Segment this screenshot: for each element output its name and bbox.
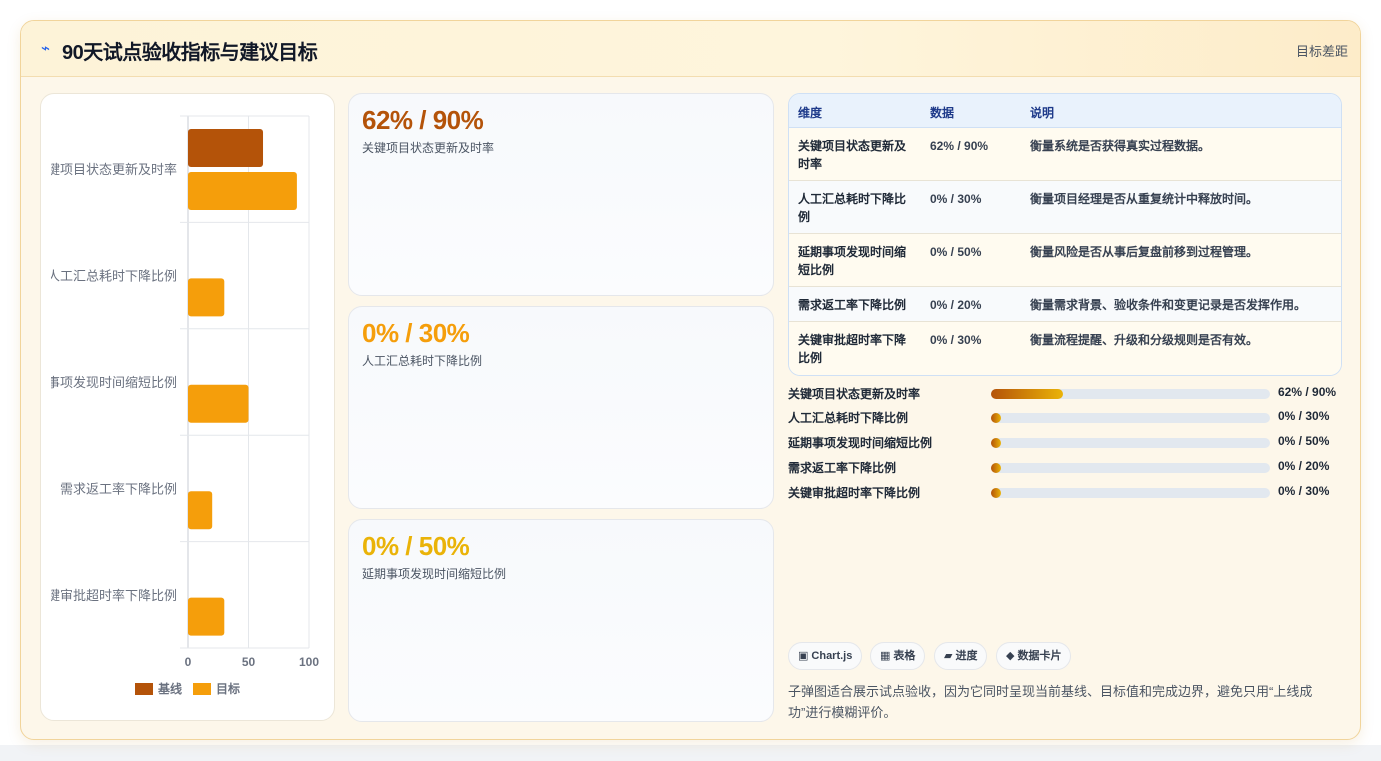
category-label: 延期事项发现时间缩短比例 [41, 375, 177, 390]
legend-swatch-target [193, 683, 211, 695]
row-value: 0% / 30% [930, 192, 982, 206]
row-name: 关键项目状态更新及时率 [798, 139, 907, 171]
data-card-icon: ◆ [1006, 650, 1015, 662]
stat-card-1: 62% / 90% 关键项目状态更新及时率 [348, 93, 774, 296]
header-tag: 目标差距 [1295, 44, 1348, 59]
x-tick-label: 50 [242, 655, 256, 669]
progress-track [991, 488, 1270, 498]
stat-label: 延期事项发现时间缩短比例 [362, 567, 507, 581]
progress-value: 0% / 20% [1278, 459, 1330, 473]
progress-fill [991, 413, 1002, 423]
table-row: 关键项目状态更新及时率 62% / 90% 衡量系统是否获得真实过程数据。 [789, 128, 1341, 181]
row-description: 衡量系统是否获得真实过程数据。 [1030, 139, 1211, 153]
progress-label: 关键项目状态更新及时率 [788, 387, 921, 401]
progress-value: 0% / 30% [1278, 409, 1330, 423]
table-header-data: 数据 [930, 106, 955, 120]
lightning-icon: ⌁ [41, 40, 51, 57]
row-name: 关键审批超时率下降比例 [798, 333, 907, 365]
tag-data-card[interactable]: ◆ 数据卡片 [996, 642, 1072, 670]
progress-label: 需求返工率下降比例 [788, 461, 897, 475]
tag-chartjs[interactable]: ▣ Chart.js [788, 642, 863, 670]
legend-swatch-baseline [135, 683, 153, 695]
metrics-card: ⌁ 90天试点验收指标与建议目标 目标差距 关键项目状态更新及时率 人工汇总耗时下… [20, 20, 1361, 740]
row-value: 62% / 90% [930, 139, 989, 153]
baseline-bar [188, 129, 264, 167]
stat-value: 0% / 50% [362, 531, 470, 561]
stat-card-3: 0% / 50% 延期事项发现时间缩短比例 [348, 519, 774, 722]
progress-row: 需求返工率下降比例 0% / 20% [788, 458, 1348, 476]
stat-value: 62% / 90% [362, 105, 484, 135]
table-row: 需求返工率下降比例 0% / 20% 衡量需求背景、验收条件和变更记录是否发挥作… [789, 287, 1341, 322]
table-icon: ▦ [880, 650, 891, 662]
x-tick-label: 0 [185, 655, 192, 669]
row-description: 衡量风险是否从事后复盘前移到过程管理。 [1030, 245, 1259, 259]
target-bar [188, 491, 213, 530]
card-header: ⌁ 90天试点验收指标与建议目标 目标差距 [21, 21, 1360, 77]
category-label: 需求返工率下降比例 [60, 481, 177, 496]
tag-label: 进度 [955, 650, 978, 662]
target-bar [188, 172, 297, 210]
row-value: 0% / 50% [930, 245, 982, 259]
progress-row: 人工汇总耗时下降比例 0% / 30% [788, 408, 1348, 426]
tag-table[interactable]: ▦ 表格 [870, 642, 926, 670]
tag-progress[interactable]: ▰ 进度 [934, 642, 988, 670]
progress-track [991, 413, 1270, 423]
table-header-description: 说明 [1030, 106, 1055, 120]
progress-icon: ▰ [944, 650, 953, 662]
progress-track [991, 438, 1270, 448]
legend-label-baseline: 基线 [157, 681, 182, 696]
table-row: 关键审批超时率下降比例 0% / 30% 衡量流程提醒、升级和分级规则是否有效。 [789, 322, 1341, 375]
card-title: 90天试点验收指标与建议目标 [62, 42, 318, 64]
progress-value: 0% / 30% [1278, 484, 1330, 498]
row-name: 需求返工率下降比例 [798, 298, 907, 312]
target-bar [188, 384, 249, 423]
progress-fill [991, 463, 1002, 473]
chart-icon: ▣ [798, 650, 809, 662]
progress-row: 关键审批超时率下降比例 0% / 30% [788, 483, 1348, 501]
tag-label: 表格 [893, 650, 916, 662]
category-label: 关键项目状态更新及时率 [41, 162, 177, 177]
row-description: 衡量项目经理是否从重复统计中释放时间。 [1030, 192, 1259, 206]
progress-label: 关键审批超时率下降比例 [788, 486, 921, 500]
row-description: 衡量流程提醒、升级和分级规则是否有效。 [1030, 333, 1259, 347]
stat-card-2: 0% / 30% 人工汇总耗时下降比例 [348, 306, 774, 509]
category-label: 关键审批超时率下降比例 [41, 588, 177, 603]
stat-value: 0% / 30% [362, 318, 470, 348]
target-bar [188, 597, 225, 636]
progress-fill [991, 488, 1002, 498]
table-row: 延期事项发现时间缩短比例 0% / 50% 衡量风险是否从事后复盘前移到过程管理… [789, 234, 1341, 287]
row-name: 人工汇总耗时下降比例 [798, 192, 907, 224]
progress-track [991, 463, 1270, 473]
row-value: 0% / 20% [930, 298, 982, 312]
progress-label: 人工汇总耗时下降比例 [788, 411, 909, 425]
table-row: 人工汇总耗时下降比例 0% / 30% 衡量项目经理是否从重复统计中释放时间。 [789, 181, 1341, 234]
bullet-chart-panel: 关键项目状态更新及时率人工汇总耗时下降比例延期事项发现时间缩短比例需求返工率下降… [40, 93, 335, 721]
progress-fill [991, 438, 1002, 448]
progress-track [991, 389, 1270, 399]
progress-label: 延期事项发现时间缩短比例 [788, 436, 933, 450]
category-label: 人工汇总耗时下降比例 [47, 269, 177, 284]
stat-label: 人工汇总耗时下降比例 [362, 354, 483, 368]
bullet-chart: 关键项目状态更新及时率人工汇总耗时下降比例延期事项发现时间缩短比例需求返工率下降… [41, 115, 319, 696]
metrics-table: 维度 数据 说明 关键项目状态更新及时率 62% / 90% 衡量系统是否获得真… [788, 93, 1342, 376]
tag-label: Chart.js [811, 650, 853, 662]
stat-label: 关键项目状态更新及时率 [362, 141, 495, 155]
chart-footnote: 子弹图适合展示试点验收，因为它同时呈现当前基线、目标值和完成边界，避免只用“上线… [788, 684, 1313, 720]
row-name: 延期事项发现时间缩短比例 [798, 245, 907, 277]
legend-label-target: 目标 [216, 681, 240, 696]
progress-fill [991, 389, 1064, 399]
progress-value: 0% / 50% [1278, 434, 1330, 448]
tag-label: 数据卡片 [1017, 650, 1062, 662]
table-header-dimension: 维度 [798, 106, 823, 120]
row-value: 0% / 30% [930, 333, 982, 347]
progress-value: 62% / 90% [1278, 385, 1337, 399]
x-tick-label: 100 [299, 655, 319, 669]
target-bar [188, 278, 225, 317]
row-description: 衡量需求背景、验收条件和变更记录是否发挥作用。 [1030, 298, 1307, 312]
page-bottom-strip [0, 745, 1381, 761]
progress-row: 关键项目状态更新及时率 62% / 90% [788, 384, 1348, 402]
table-header: 维度 数据 说明 [789, 94, 1341, 128]
progress-row: 延期事项发现时间缩短比例 0% / 50% [788, 433, 1348, 451]
